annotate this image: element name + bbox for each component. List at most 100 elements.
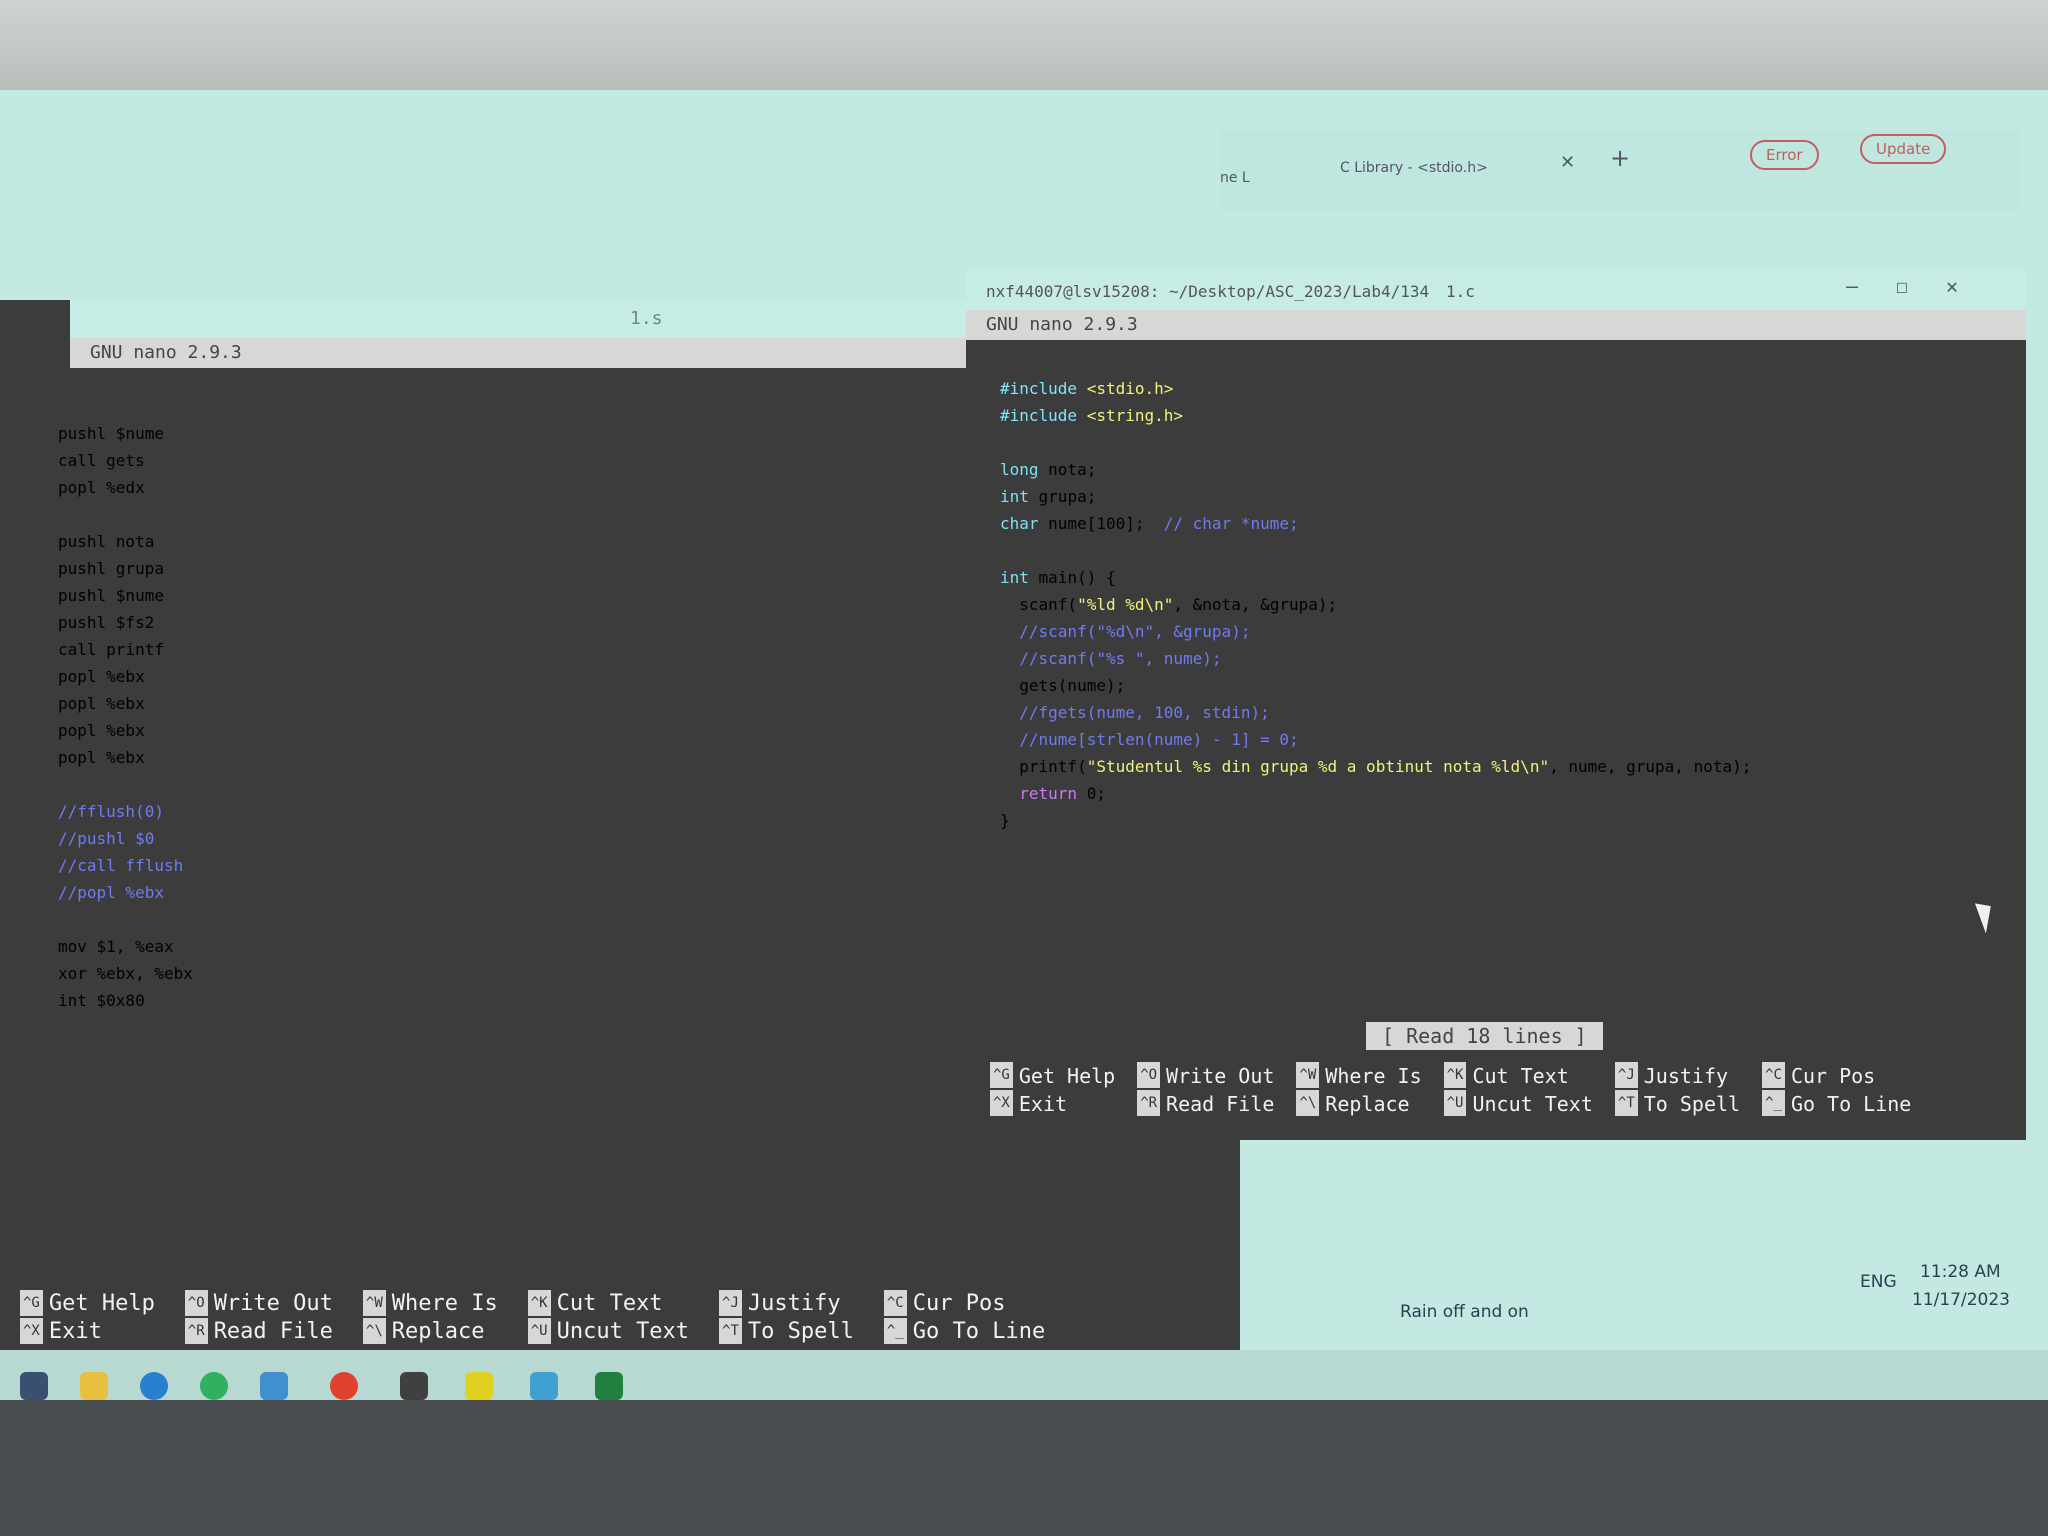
shortcut-label[interactable]: Read File <box>1166 1090 1274 1118</box>
left-code-line: mov $1, %eax <box>58 937 174 956</box>
shortcut-label[interactable]: Read File <box>214 1318 333 1346</box>
shortcut-label[interactable]: Get Help <box>49 1290 155 1318</box>
right-code-line: gets(nume); <box>1000 672 1751 699</box>
shortcut-key: ^_ <box>1762 1090 1785 1116</box>
left-code-line: pushl $fs2 <box>58 613 155 632</box>
tab-close-icon[interactable]: ✕ <box>1560 152 1575 173</box>
shortcut-label[interactable]: Uncut Text <box>1472 1090 1592 1118</box>
shortcut-label[interactable]: Justify <box>748 1290 854 1318</box>
terminal-icon[interactable] <box>400 1372 428 1400</box>
shortcut-label[interactable]: Cur Pos <box>1791 1062 1911 1090</box>
left-code-line: //pushl $0 <box>58 829 155 848</box>
code-token: scanf( <box>1000 595 1078 614</box>
left-code-line: //call fflush <box>58 856 184 875</box>
shortcut-label[interactable]: Write Out <box>214 1290 333 1318</box>
shortcut-group: ^G ^X Get Help Exit <box>20 1290 155 1346</box>
store-icon[interactable] <box>260 1372 288 1400</box>
shortcut-key: ^T <box>719 1318 742 1344</box>
code-token: nume[100]; <box>1038 514 1164 533</box>
code-token: //nume[strlen(nume) - 1] = 0; <box>1000 730 1299 749</box>
right-code-line: printf("Studentul %s din grupa %d a obti… <box>1000 753 1751 780</box>
shortcut-key: ^O <box>1137 1062 1161 1088</box>
left-code-line: //fflush(0) <box>58 802 164 821</box>
shortcut-label[interactable]: To Spell <box>1644 1090 1740 1118</box>
left-code-line: popl %ebx <box>58 721 145 740</box>
shortcut-label[interactable]: Go To Line <box>1791 1090 1911 1118</box>
right-code-line: //scanf("%s ", nume); <box>1000 645 1751 672</box>
shortcut-key: ^C <box>1762 1062 1785 1088</box>
right-code-line: //fgets(nume, 100, stdin); <box>1000 699 1751 726</box>
shortcut-label[interactable]: Cut Text <box>557 1290 689 1318</box>
left-file-name: 1.s <box>630 308 663 329</box>
left-code-line: pushl $nume <box>58 586 164 605</box>
code-token: //fgets(nume, 100, stdin); <box>1000 703 1270 722</box>
left-code-line: call printf <box>58 640 164 659</box>
shortcut-group: ^W ^\ Where Is Replace <box>1296 1062 1422 1118</box>
code-token: "%ld %d\n" <box>1077 595 1174 614</box>
shortcut-group: ^O ^R Write Out Read File <box>184 1290 333 1346</box>
shortcut-label[interactable]: Where Is <box>1325 1062 1421 1090</box>
shortcut-key: ^\ <box>1296 1090 1320 1116</box>
shortcut-key: ^J <box>719 1290 742 1316</box>
shortcut-label[interactable]: Cur Pos <box>913 1290 1045 1318</box>
code-token: char <box>1000 514 1039 533</box>
error-button[interactable]: Error <box>1750 140 1819 170</box>
shortcut-label[interactable]: Write Out <box>1166 1062 1274 1090</box>
shortcut-label[interactable]: Get Help <box>1019 1062 1115 1090</box>
close-icon[interactable]: ✕ <box>1946 274 1958 298</box>
notes-icon[interactable] <box>465 1372 493 1400</box>
code-token: , nume, grupa, nota); <box>1549 757 1752 776</box>
shortcut-label[interactable]: Exit <box>1019 1090 1115 1118</box>
weather-status[interactable]: Rain off and on <box>1400 1302 1529 1322</box>
shortcut-label[interactable]: Replace <box>392 1318 498 1346</box>
code-token: 0; <box>1077 784 1106 803</box>
language-indicator[interactable]: ENG <box>1860 1272 1897 1292</box>
clock-date[interactable]: 11/17/2023 <box>1912 1290 2010 1310</box>
update-button[interactable]: Update <box>1860 134 1947 164</box>
shortcut-key: ^K <box>1443 1062 1467 1088</box>
shortcut-label[interactable]: To Spell <box>748 1318 854 1346</box>
right-shortcut-bar: ^G ^X Get Help Exit ^O ^R Write Out Read File ^W… <box>990 1062 1911 1118</box>
left-code-line: popl %edx <box>58 478 145 497</box>
right-code-line: #include <stdio.h> <box>1000 375 1751 402</box>
minimize-icon[interactable]: — <box>1846 274 1858 298</box>
browser-tab-c-library[interactable]: C Library - <stdio.h> <box>1340 160 1488 176</box>
left-code-line <box>58 771 193 798</box>
shortcut-key: ^J <box>1614 1062 1638 1088</box>
calculator-icon[interactable] <box>530 1372 558 1400</box>
right-code-area[interactable]: #include <stdio.h> #include <string.h> lon… <box>1000 375 1751 834</box>
shortcut-label[interactable]: Cut Text <box>1472 1062 1592 1090</box>
file-explorer-icon[interactable] <box>80 1372 108 1400</box>
edge-icon[interactable] <box>140 1372 168 1400</box>
left-code-area[interactable]: pushl $nume call gets popl %edx pushl nota p… <box>58 420 193 1014</box>
start-icon[interactable] <box>20 1372 48 1400</box>
code-token: int <box>1000 568 1029 587</box>
new-tab-icon[interactable]: + <box>1610 144 1630 172</box>
browser-tab-partial[interactable]: ne L <box>1220 170 1250 186</box>
shortcut-group: ^C ^_ Cur Pos Go To Line <box>883 1290 1045 1346</box>
shortcut-label[interactable]: Go To Line <box>913 1318 1045 1346</box>
shortcut-label[interactable]: Where Is <box>392 1290 498 1318</box>
shortcut-label[interactable]: Exit <box>49 1318 155 1346</box>
shortcut-key: ^_ <box>883 1318 907 1344</box>
shortcut-label[interactable]: Replace <box>1325 1090 1421 1118</box>
left-code-line: //popl %ebx <box>58 883 164 902</box>
clock-time[interactable]: 11:28 AM <box>1920 1262 2001 1282</box>
code-token: <stdio.h> <box>1086 379 1174 398</box>
shortcut-label[interactable]: Justify <box>1644 1062 1740 1090</box>
chrome-icon[interactable] <box>330 1372 358 1400</box>
code-token: grupa; <box>1028 487 1097 506</box>
shortcut-label[interactable]: Uncut Text <box>557 1318 689 1346</box>
right-code-line: //nume[strlen(nume) - 1] = 0; <box>1000 726 1751 753</box>
shortcut-key: ^C <box>883 1290 907 1316</box>
right-code-line: char nume[100]; // char *nume; <box>1000 510 1751 537</box>
shortcut-key: ^X <box>990 1090 1013 1116</box>
browser-window-bar: ne L C Library - <stdio.h> ✕ + Error Upd… <box>1220 130 2020 210</box>
app-icon[interactable] <box>200 1372 228 1400</box>
maximize-icon[interactable]: ☐ <box>1896 274 1908 298</box>
right-code-line: #include <string.h> <box>1000 402 1751 429</box>
code-token: <string.h> <box>1086 406 1184 425</box>
code-token: printf( <box>1000 757 1087 776</box>
script-icon[interactable] <box>595 1372 623 1400</box>
shortcut-key: ^K <box>527 1290 551 1316</box>
